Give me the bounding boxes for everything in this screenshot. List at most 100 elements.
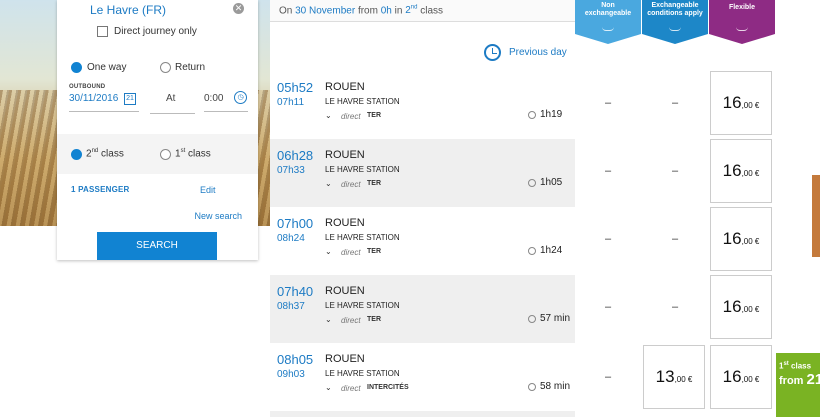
- fare-flexible[interactable]: 16,00 €: [710, 345, 772, 409]
- direct-label: direct: [341, 248, 361, 257]
- results-header: On 30 November from 0h in 2nd class: [270, 0, 575, 22]
- fare-flexible[interactable]: 16,00 €: [710, 207, 772, 271]
- departure-time: 08h05: [277, 352, 314, 367]
- destination-station: ROUEN: [325, 81, 365, 93]
- origin-station: LE HAVRE STATION: [325, 97, 400, 106]
- clock-icon: [528, 383, 536, 391]
- search-button[interactable]: SEARCH: [97, 232, 217, 260]
- search-panel: Le Havre (FR) ✕ Direct journey only One …: [57, 0, 258, 260]
- trip-row[interactable]: 05h52 07h11 ROUEN LE HAVRE STATION ⌄ dir…: [270, 71, 575, 139]
- duration: 57 min: [540, 313, 571, 324]
- origin-station: LE HAVRE STATION: [325, 301, 400, 310]
- second-class-radio[interactable]: [71, 149, 82, 160]
- trip-row-partial: [270, 411, 575, 417]
- trip-row[interactable]: 08h05 09h03 ROUEN LE HAVRE STATION ⌄ dir…: [270, 343, 575, 411]
- second-class-label: 2nd class: [86, 148, 124, 160]
- time-underline: [204, 111, 248, 112]
- arrival-time: 09h03: [277, 369, 305, 380]
- destination-station: ROUEN: [325, 149, 365, 161]
- train-type: TER: [367, 248, 381, 255]
- direct-journey-option[interactable]: Direct journey only: [57, 26, 258, 40]
- clock-icon[interactable]: ◷: [234, 91, 247, 104]
- at-label: At: [166, 93, 176, 104]
- side-banner-edge: [812, 175, 820, 257]
- duration: 1h19: [540, 109, 563, 120]
- fare-exchangeable[interactable]: 13,00 €: [643, 345, 705, 409]
- time-input[interactable]: 0:00: [204, 93, 223, 104]
- direct-label: direct: [341, 180, 361, 189]
- fare-exchangeable: –: [671, 97, 679, 109]
- wave-icon: [669, 27, 681, 31]
- departure-time: 05h52: [277, 80, 314, 95]
- outbound-label: OUTBOUND: [69, 84, 106, 90]
- direct-label: direct: [341, 112, 361, 121]
- direct-journey-checkbox[interactable]: [97, 26, 108, 37]
- return-label: Return: [175, 62, 206, 73]
- fare-non-exchangeable: –: [604, 301, 612, 313]
- passengers-row: 1 PASSENGER Edit: [57, 185, 258, 197]
- arrival-time: 08h24: [277, 233, 305, 244]
- wave-icon: [602, 27, 614, 31]
- destination-field[interactable]: Le Havre (FR) ✕: [57, 0, 258, 18]
- clock-icon: [528, 179, 536, 187]
- history-icon: [484, 44, 501, 61]
- fare-flexible[interactable]: 16,00 €: [710, 275, 772, 339]
- origin-station: LE HAVRE STATION: [325, 369, 400, 378]
- fare-exchangeable: –: [671, 301, 679, 313]
- calendar-icon[interactable]: 21: [124, 93, 136, 105]
- destination-station: ROUEN: [325, 353, 365, 365]
- promo-class-label: 1st class: [779, 361, 812, 371]
- fare-non-exchangeable: –: [604, 233, 612, 245]
- direct-label: direct: [341, 384, 361, 393]
- first-class-radio[interactable]: [160, 149, 171, 160]
- destination-value: Le Havre (FR): [90, 3, 167, 17]
- departure-time: 06h28: [277, 148, 314, 163]
- fare-header-exchangeable: Exchangeable conditions apply: [642, 0, 708, 44]
- fare-non-exchangeable: –: [604, 371, 612, 383]
- date-underline: [69, 111, 139, 112]
- direct-journey-label: Direct journey only: [114, 26, 197, 37]
- destination-station: ROUEN: [325, 217, 365, 229]
- one-way-radio[interactable]: [71, 62, 82, 73]
- chevron-down-icon[interactable]: ⌄: [325, 111, 332, 120]
- direct-label: direct: [341, 316, 361, 325]
- arrival-time: 07h11: [277, 97, 305, 108]
- previous-day-label: Previous day: [509, 47, 567, 58]
- trip-type-options: One way Return: [57, 62, 258, 76]
- train-type: TER: [367, 180, 381, 187]
- results-list: On 30 November from 0h in 2nd class Prev…: [270, 0, 575, 417]
- chevron-down-icon[interactable]: ⌄: [325, 179, 332, 188]
- chevron-down-icon[interactable]: ⌄: [325, 383, 332, 392]
- at-select[interactable]: At: [150, 84, 195, 114]
- trip-row[interactable]: 06h28 07h33 ROUEN LE HAVRE STATION ⌄ dir…: [270, 139, 575, 207]
- outbound-date-input[interactable]: 30/11/2016: [69, 93, 118, 104]
- promo-price: from 21: [779, 370, 820, 388]
- date-time-block: OUTBOUND 30/11/2016 21 At 0:00 ◷: [57, 84, 258, 114]
- trip-row[interactable]: 07h40 08h37 ROUEN LE HAVRE STATION ⌄ dir…: [270, 275, 575, 343]
- duration: 1h24: [540, 245, 563, 256]
- class-options: 2nd class 1st class: [57, 134, 258, 174]
- trip-row[interactable]: 07h00 08h24 ROUEN LE HAVRE STATION ⌄ dir…: [270, 207, 575, 275]
- chevron-down-icon[interactable]: ⌄: [325, 315, 332, 324]
- arrival-time: 07h33: [277, 165, 305, 176]
- return-radio[interactable]: [160, 62, 171, 73]
- first-class-promo[interactable]: 1st class from 21: [776, 353, 820, 417]
- wave-icon: [736, 27, 748, 31]
- new-search-link[interactable]: New search: [194, 211, 242, 221]
- clock-icon: [528, 111, 536, 119]
- origin-station: LE HAVRE STATION: [325, 233, 400, 242]
- fare-non-exchangeable: –: [604, 97, 612, 109]
- fare-flexible[interactable]: 16,00 €: [710, 71, 772, 135]
- fare-exchangeable: –: [671, 165, 679, 177]
- passengers-label: 1 PASSENGER: [71, 185, 130, 194]
- clear-icon[interactable]: ✕: [233, 3, 244, 14]
- departure-time: 07h40: [277, 284, 314, 299]
- destination-station: ROUEN: [325, 285, 365, 297]
- train-type: TER: [367, 316, 381, 323]
- edit-passengers-link[interactable]: Edit: [200, 185, 216, 195]
- chevron-down-icon[interactable]: ⌄: [325, 247, 332, 256]
- train-type: INTERCITÉS: [367, 384, 409, 391]
- fare-flexible[interactable]: 16,00 €: [710, 139, 772, 203]
- arrival-time: 08h37: [277, 301, 305, 312]
- duration: 58 min: [540, 381, 571, 392]
